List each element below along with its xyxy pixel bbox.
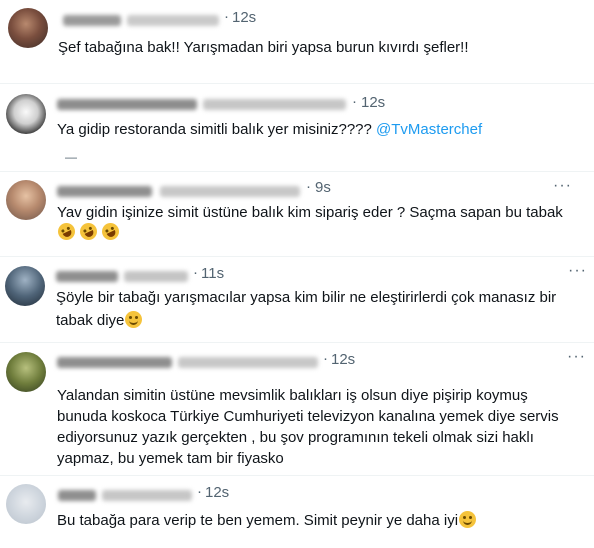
tweet-text: Ya gidip restoranda simitli balık yer mi… — [57, 119, 482, 140]
smiling-face-emoji — [125, 311, 143, 328]
avatar[interactable] — [6, 484, 46, 524]
tweet-time[interactable]: 12s — [232, 9, 256, 26]
separator-dot: · — [197, 483, 202, 500]
tweet-text-line: ediyorsunuz yazık gerçekten , bu şov pro… — [57, 429, 534, 446]
blurred-handle — [127, 15, 219, 26]
more-options-icon[interactable]: ··· — [567, 348, 586, 366]
tweet-text-line: yapmaz, bu yemek tam bir fiyasko — [57, 450, 284, 467]
rolling-on-floor-laughing-emoji — [99, 220, 123, 243]
tweet-5[interactable]: · 12s ··· Yalandan simitin üstüne mevsim… — [0, 343, 594, 471]
blurred-username — [63, 15, 121, 26]
tweet-time[interactable]: 9s — [315, 179, 331, 196]
blurred-handle — [124, 271, 188, 282]
blurred-username — [57, 99, 197, 110]
tweet-text-line: tabak diye — [56, 310, 143, 331]
separator-dot: · — [323, 350, 328, 367]
tweet-text-line: Yalandan simitin üstüne mevsimlik balıkl… — [57, 387, 528, 404]
dash-mark: — — [65, 150, 77, 164]
smiling-face-emoji — [459, 511, 477, 528]
tweet-text: Şef tabağına bak!! Yarışmadan biri yapsa… — [58, 39, 469, 56]
mention-link[interactable]: @TvMasterchef — [376, 121, 482, 138]
avatar[interactable] — [6, 180, 46, 220]
more-options-icon[interactable]: ··· — [568, 262, 587, 280]
separator-dot: · — [224, 8, 229, 25]
blurred-handle — [203, 99, 346, 110]
tweet-text: Yav gidin işinize simit üstüne balık kim… — [57, 204, 563, 221]
emoji-row — [55, 220, 123, 243]
tweet-text-line: Şöyle bir tabağı yarışmacılar yapsa kim … — [56, 289, 557, 306]
tweet-6[interactable]: · 12s Bu tabağa para verip te ben yemem.… — [0, 476, 594, 548]
separator-dot: · — [193, 264, 198, 281]
blurred-handle — [160, 186, 300, 197]
tweet-time[interactable]: 12s — [331, 351, 355, 368]
more-options-icon[interactable]: ··· — [553, 177, 572, 195]
tweet-time[interactable]: 12s — [205, 484, 229, 501]
blurred-username — [58, 490, 96, 501]
blurred-username — [57, 186, 152, 197]
blurred-username — [56, 271, 118, 282]
avatar[interactable] — [6, 94, 46, 134]
blurred-username — [57, 357, 172, 368]
avatar[interactable] — [8, 8, 48, 48]
tweet-text: Bu tabağa para verip te ben yemem. Simit… — [57, 510, 477, 531]
tweet-text-body: Ya gidip restoranda simitli balık yer mi… — [57, 121, 372, 138]
rolling-on-floor-laughing-emoji — [77, 220, 100, 243]
separator-dot: · — [352, 93, 357, 110]
avatar[interactable] — [6, 352, 46, 392]
tweet-text-line: bunuda koskoca Türkiye Cumhuriyeti telev… — [57, 408, 559, 425]
tweet-time[interactable]: 12s — [361, 94, 385, 111]
rolling-on-floor-laughing-emoji — [55, 220, 78, 243]
tweet-1[interactable]: · 12s Şef tabağına bak!! Yarışmadan biri… — [0, 0, 594, 80]
avatar[interactable] — [5, 266, 45, 306]
blurred-handle — [102, 490, 192, 501]
blurred-handle — [178, 357, 318, 368]
separator-dot: · — [306, 178, 311, 195]
tweet-3[interactable]: · 9s ··· Yav gidin işinize simit üstüne … — [0, 172, 594, 256]
tweet-2[interactable]: · 12s Ya gidip restoranda simitli balık … — [0, 84, 594, 170]
tweet-4[interactable]: · 11s ··· Şöyle bir tabağı yarışmacılar … — [0, 257, 594, 341]
tweet-time[interactable]: 11s — [201, 265, 224, 282]
